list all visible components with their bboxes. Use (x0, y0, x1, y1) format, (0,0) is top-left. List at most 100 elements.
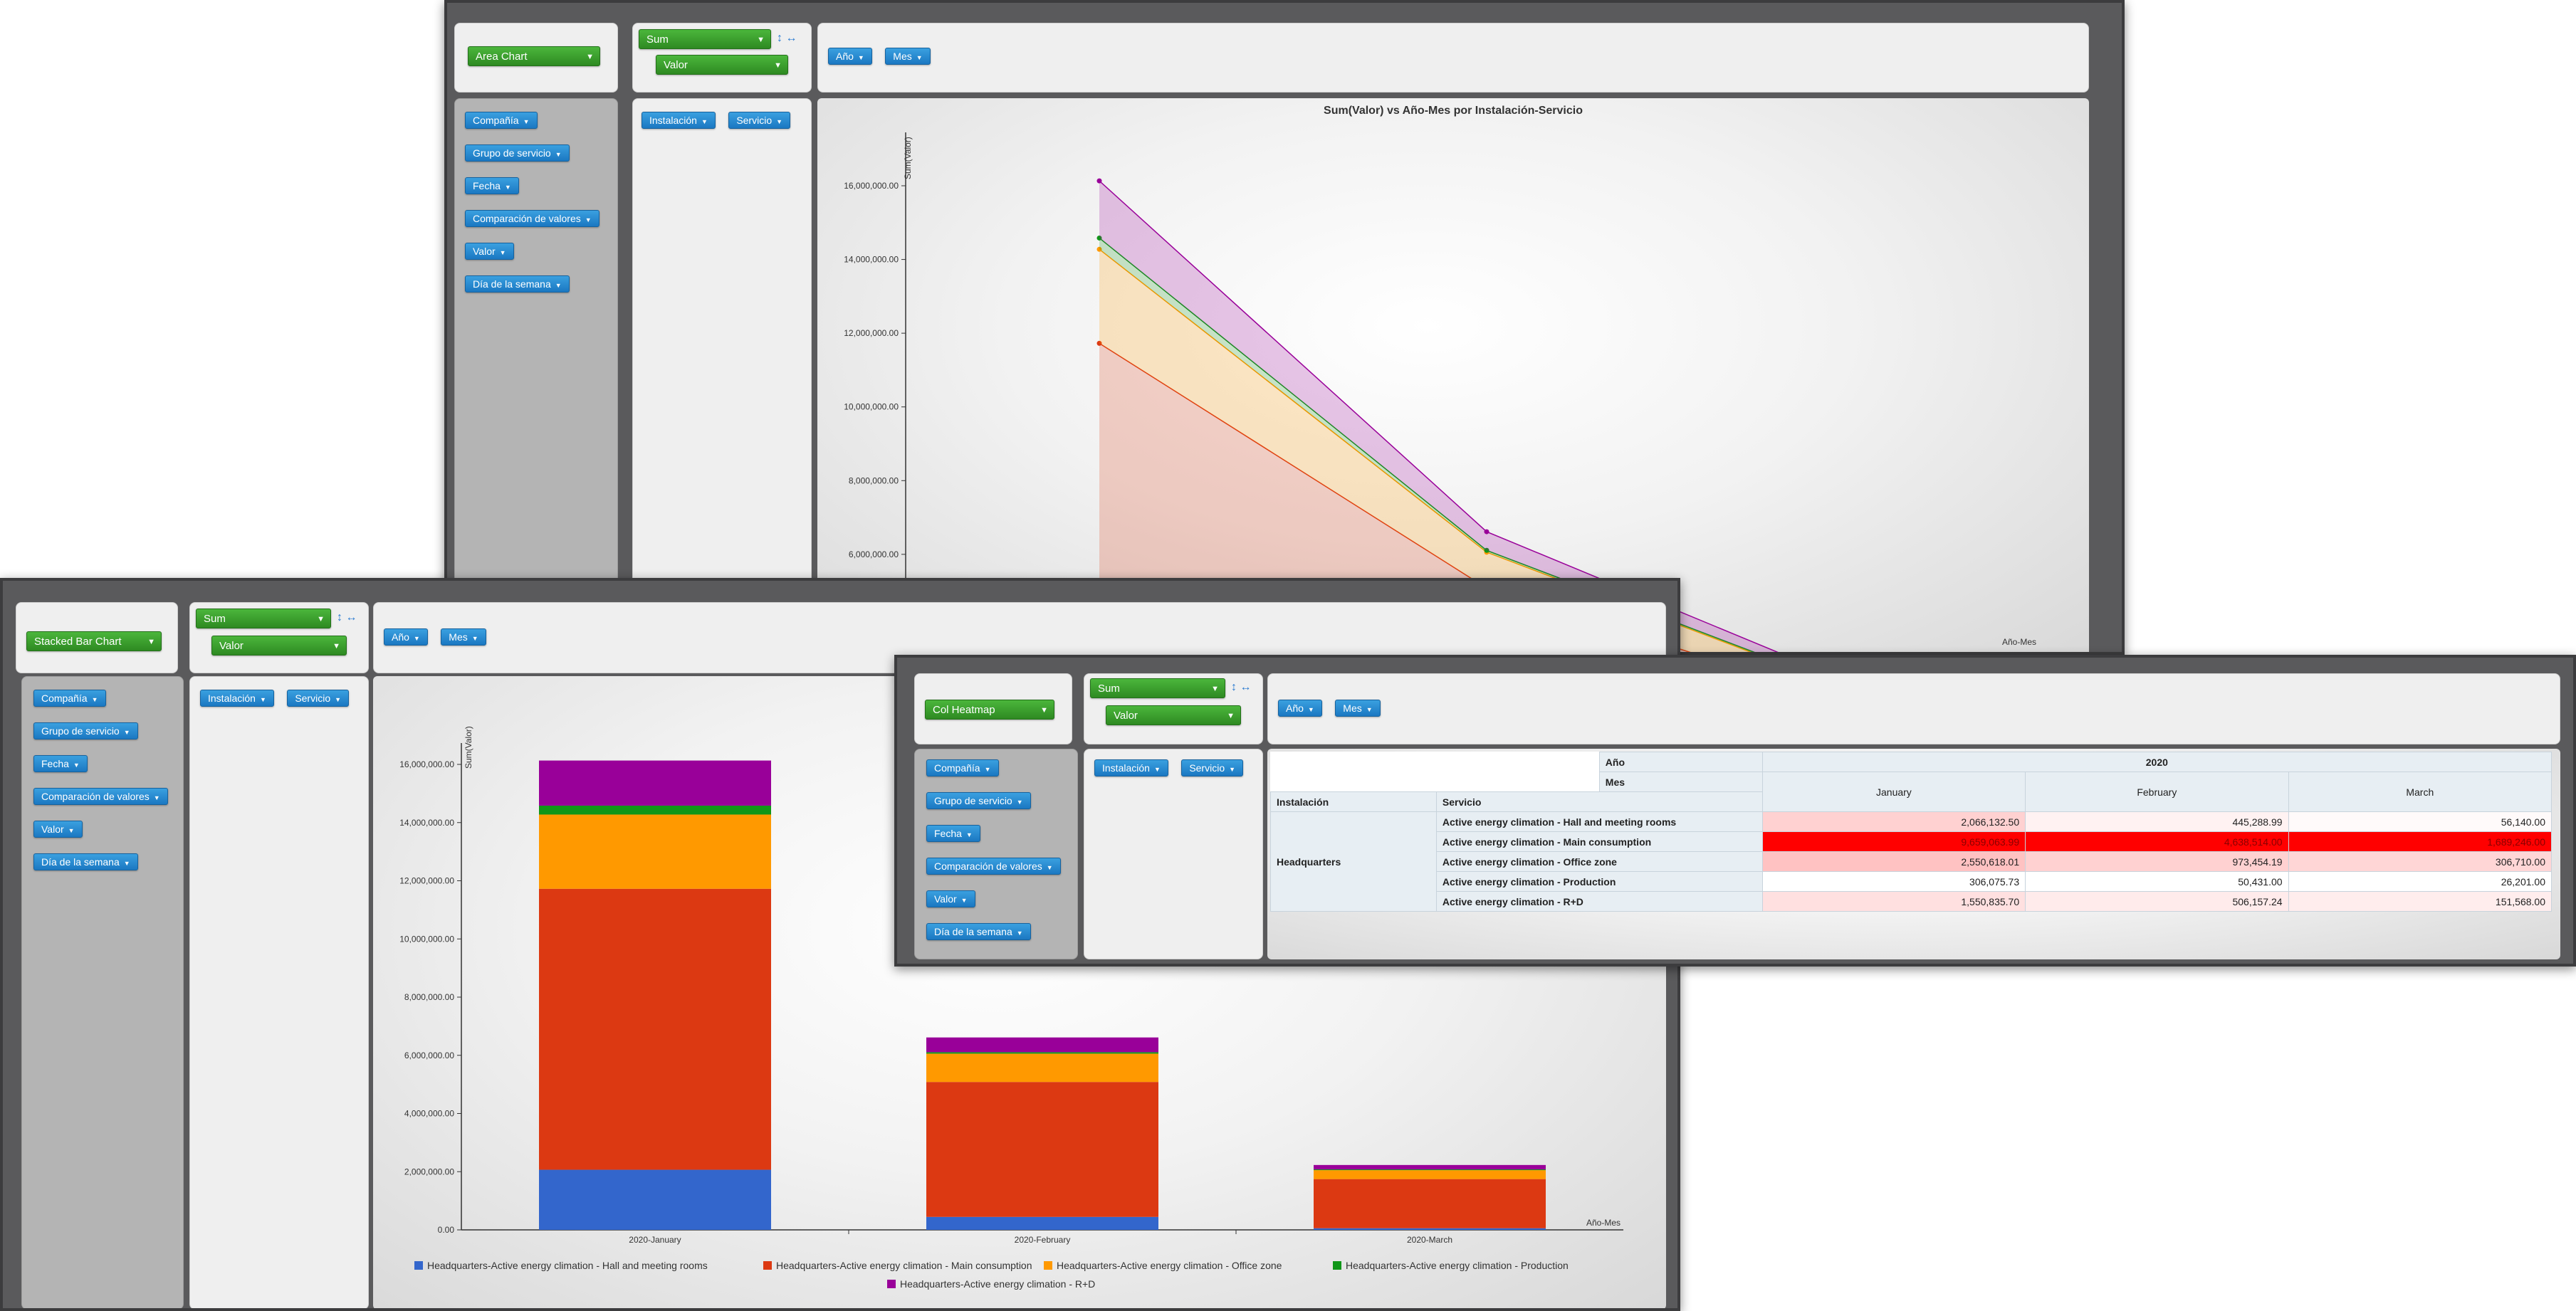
chevron-down-icon: ▼ (333, 642, 340, 651)
attr-servicio-button[interactable]: Servicio ▼ (1181, 759, 1244, 776)
value-cell: 2,550,618.01 (1761, 851, 2026, 872)
attr-fecha-button[interactable]: Fecha ▼ (926, 825, 980, 842)
aggregator-field-label: Valor (219, 640, 244, 652)
aggregator-panel: Sum ▼ ↕ ↔ Valor ▼ (632, 23, 812, 93)
attr-valor-button[interactable]: Valor ▼ (465, 243, 514, 260)
y-tick-label: 12,000,000.00 (399, 876, 454, 886)
bar-segment-series-1 (926, 1216, 1158, 1230)
aggregator-select[interactable]: Sum ▼ (196, 609, 331, 628)
renderer-label: Col Heatmap (933, 704, 995, 716)
attr-dia-semana-button[interactable]: Día de la semana ▼ (33, 853, 138, 870)
attr-grupo-servicio-button[interactable]: Grupo de servicio ▼ (33, 722, 138, 739)
chevron-down-icon: ▼ (586, 53, 594, 61)
attr-comparacion-button[interactable]: Comparación de valores ▼ (465, 210, 600, 227)
sort-icon[interactable]: ↕ ↔ (777, 32, 797, 45)
chevron-down-icon: ▼ (1040, 706, 1048, 715)
attr-mes-button[interactable]: Mes ▼ (885, 48, 931, 65)
attr-mes-button[interactable]: Mes ▼ (1335, 700, 1381, 717)
attr-ano-button[interactable]: Año ▼ (384, 628, 428, 646)
bar-segment-series-3 (539, 814, 771, 889)
value-cell: 973,454.19 (2025, 851, 2289, 872)
attr-valor-button[interactable]: Valor ▼ (926, 890, 975, 907)
bar-segment-series-2 (926, 1082, 1158, 1217)
y-tick-label: 10,000,000.00 (399, 934, 454, 944)
sort-icon[interactable]: ↕ ↔ (337, 611, 357, 624)
service-cell: Active energy climation - Hall and meeti… (1435, 811, 1763, 832)
y-tick-label: 0.00 (438, 1225, 455, 1235)
y-tick-label: 6,000,000.00 (849, 549, 899, 559)
renderer-select[interactable]: Stacked Bar Chart ▼ (26, 631, 162, 651)
area-chart-window: Area Chart ▼ Sum ▼ ↕ ↔ Valor ▼ Año ▼ Mes ▼ Co… (444, 0, 2125, 655)
chevron-down-icon: ▼ (147, 638, 155, 646)
attr-fecha-button[interactable]: Fecha ▼ (465, 177, 519, 194)
renderer-select[interactable]: Col Heatmap ▼ (925, 700, 1054, 720)
attr-instalacion-button[interactable]: Instalación ▼ (642, 112, 716, 129)
service-cell: Active energy climation - Main consumpti… (1435, 831, 1763, 852)
aggregator-select[interactable]: Sum ▼ (639, 29, 771, 49)
value-cell: 4,638,514.00 (2025, 831, 2289, 852)
legend-swatch (1044, 1261, 1052, 1270)
table-row: Active energy climation - Production 306,… (1271, 871, 2553, 892)
heatmap-window: Col Heatmap ▼ Sum ▼ ↕ ↔ Valor ▼ Año ▼ Mes ▼ C… (894, 655, 2576, 967)
renderer-label: Stacked Bar Chart (34, 636, 122, 648)
renderer-panel: Area Chart ▼ (454, 23, 618, 93)
value-cell: 1,689,246.00 (2288, 831, 2553, 852)
month-header: March (2288, 772, 2553, 812)
bar-segment-series-1 (539, 1169, 771, 1230)
attr-dia-semana-button[interactable]: Día de la semana ▼ (465, 275, 570, 293)
attr-comparacion-button[interactable]: Comparación de valores ▼ (926, 858, 1061, 875)
attr-ano-button[interactable]: Año ▼ (828, 48, 872, 65)
aggregator-field-select[interactable]: Valor ▼ (656, 55, 788, 75)
attr-grupo-servicio-button[interactable]: Grupo de servicio ▼ (926, 792, 1031, 809)
attr-comparacion-button[interactable]: Comparación de valores ▼ (33, 788, 168, 805)
y-tick-label: 6,000,000.00 (404, 1051, 454, 1060)
x-tick-label: 2020-January (629, 1235, 681, 1245)
legend-label: Headquarters-Active energy climation - O… (1057, 1260, 1282, 1271)
aggregator-field-select[interactable]: Valor ▼ (211, 636, 347, 656)
y-tick-label: 2,000,000.00 (404, 1167, 454, 1176)
col-attr-month-label: Mes (1598, 772, 1763, 792)
row-attr-instalacion-label: Instalación (1270, 791, 1437, 812)
attr-compania-button[interactable]: Compañía ▼ (465, 112, 538, 129)
service-cell: Active energy climation - Office zone (1435, 851, 1763, 872)
y-axis-label: Sum(Valor) (464, 726, 473, 769)
y-tick-label: 4,000,000.00 (404, 1109, 454, 1119)
attr-valor-button[interactable]: Valor ▼ (33, 821, 83, 838)
aggregator-panel: Sum ▼ ↕ ↔ Valor ▼ (1084, 673, 1263, 744)
col-attr-year-label: Año (1598, 752, 1763, 772)
row-attr-servicio-label: Servicio (1435, 791, 1763, 812)
aggregator-label: Sum (1098, 683, 1120, 695)
attr-instalacion-button[interactable]: Instalación ▼ (1094, 759, 1168, 776)
attr-ano-button[interactable]: Año ▼ (1278, 700, 1322, 717)
attr-grupo-servicio-button[interactable]: Grupo de servicio ▼ (465, 144, 570, 162)
aggregator-panel: Sum ▼ ↕ ↔ Valor ▼ (189, 602, 369, 673)
y-tick-label: 8,000,000.00 (849, 475, 899, 485)
row-attributes-panel: Instalación ▼ Servicio ▼ (1084, 749, 1263, 959)
attr-servicio-button[interactable]: Servicio ▼ (728, 112, 791, 129)
attr-servicio-button[interactable]: Servicio ▼ (287, 690, 350, 707)
bar-segment-series-5 (1314, 1164, 1546, 1170)
x-tick-label: 2020-February (1015, 1235, 1071, 1245)
attr-fecha-button[interactable]: Fecha ▼ (33, 755, 88, 772)
sort-icon[interactable]: ↕ ↔ (1231, 681, 1251, 694)
year-header: 2020 (1761, 752, 2553, 772)
legend-label: Headquarters-Active energy climation - R… (900, 1278, 1095, 1290)
table-row: Headquarters Active energy climation - Ha… (1270, 811, 2553, 912)
attr-instalacion-button[interactable]: Instalación ▼ (200, 690, 274, 707)
y-tick-label: 8,000,000.00 (404, 992, 454, 1002)
aggregator-field-select[interactable]: Valor ▼ (1106, 705, 1241, 725)
attr-compania-button[interactable]: Compañía ▼ (33, 690, 106, 707)
renderer-select[interactable]: Area Chart ▼ (468, 46, 600, 66)
legend-swatch (763, 1261, 772, 1270)
table-row: Active energy climation - R+D 1,550,835.7… (1271, 891, 2553, 912)
chart-title: Sum(Valor) vs Año-Mes por Instalación-Se… (1324, 105, 1583, 117)
y-tick-label: 12,000,000.00 (844, 328, 899, 338)
aggregator-field-label: Valor (1114, 710, 1138, 722)
bar-segment-series-1 (1314, 1228, 1546, 1230)
bar-segment-series-2 (1314, 1179, 1546, 1228)
aggregator-select[interactable]: Sum ▼ (1090, 678, 1225, 698)
attr-mes-button[interactable]: Mes ▼ (441, 628, 486, 646)
attr-dia-semana-button[interactable]: Día de la semana ▼ (926, 923, 1031, 940)
attr-compania-button[interactable]: Compañía ▼ (926, 759, 999, 776)
bar-segment-series-3 (1314, 1170, 1546, 1179)
